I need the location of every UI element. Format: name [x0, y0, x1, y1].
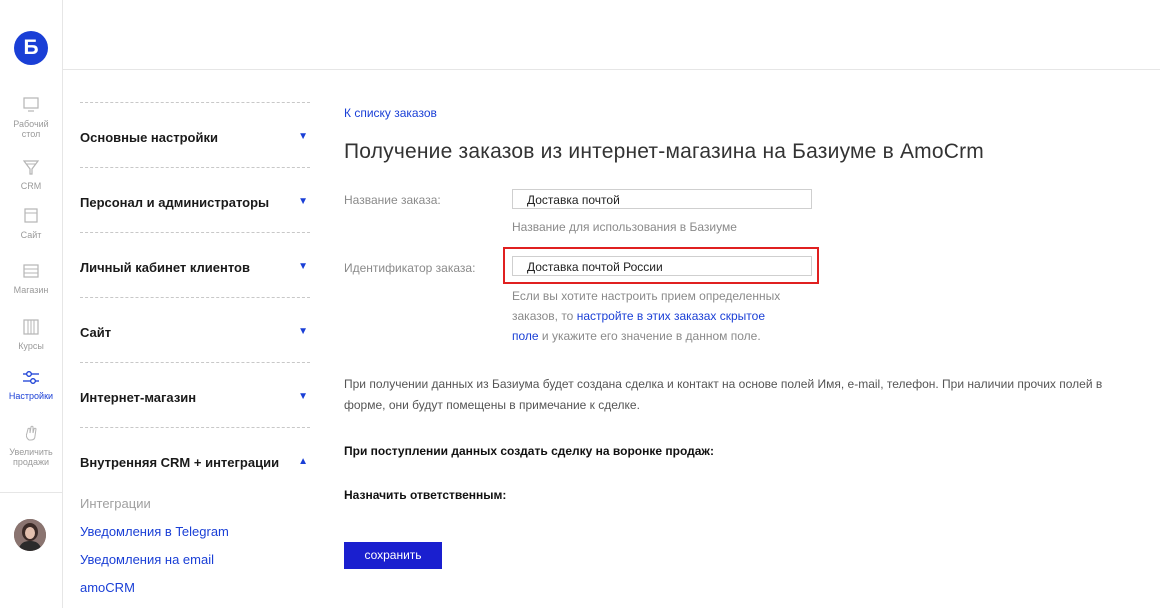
avatar[interactable]: [14, 519, 46, 551]
menu-section-crm-integrations[interactable]: Внутренняя CRM + интеграции ▲: [80, 427, 310, 492]
funnel-label: При поступлении данных создать сделку на…: [344, 444, 714, 458]
highlight-box: [503, 247, 819, 284]
rail-item-courses[interactable]: Курсы: [0, 318, 62, 351]
rail-label: Увеличить: [9, 447, 53, 457]
menu-section-label: Основные настройки: [80, 130, 218, 145]
responsible-label: Назначить ответственным:: [344, 488, 507, 502]
settings-sliders-icon: [23, 371, 39, 384]
funnel-icon: [22, 160, 40, 175]
page-title: Получение заказов из интернет-магазина н…: [344, 140, 985, 163]
info-text: При получении данных из Базиума будет со…: [344, 377, 1103, 412]
menu-subitem-email[interactable]: Уведомления на email: [80, 546, 310, 574]
desktop-icon: [23, 97, 39, 112]
menu-subitem-integrations[interactable]: Интеграции: [80, 490, 310, 518]
menu-section-online-shop[interactable]: Интернет-магазин ▼: [80, 362, 310, 427]
chevron-down-icon: ▼: [298, 261, 308, 272]
order-id-hint: Если вы хотите настроить прием определен…: [512, 286, 780, 346]
hidden-field-link[interactable]: поле: [512, 329, 539, 343]
menu-section-label: Персонал и администраторы: [80, 195, 270, 210]
rail-item-desktop[interactable]: Рабочий стол: [0, 96, 62, 139]
save-button[interactable]: сохранить: [344, 542, 442, 569]
hidden-field-link[interactable]: настройте в этих заказах скрытое: [577, 309, 765, 323]
rail-item-crm[interactable]: CRM: [0, 158, 62, 191]
rail-divider: [0, 492, 62, 493]
chevron-down-icon: ▼: [298, 196, 308, 207]
hint-text: и укажите его значение в данном поле.: [538, 329, 761, 343]
rail-label: Сайт: [20, 230, 42, 240]
menu-subitem-amocrm[interactable]: amoCRM: [80, 574, 310, 602]
menu-section-staff[interactable]: Персонал и администраторы ▼: [80, 167, 310, 232]
rail-label: Курсы: [18, 341, 44, 351]
chevron-up-icon: ▲: [298, 456, 308, 467]
icon-rail: Б Рабочий стол CRM Сайт Магазин Курсы На…: [0, 0, 63, 608]
menu-section-label: Сайт: [80, 325, 112, 340]
order-name-input[interactable]: Доставка почтой: [512, 189, 812, 209]
menu-section-label: Личный кабинет клиентов: [80, 260, 250, 275]
menu-section-client-cabinet[interactable]: Личный кабинет клиентов ▼: [80, 232, 310, 297]
menu-section-label: Внутренняя CRM + интеграции: [80, 455, 280, 470]
courses-icon: [23, 319, 39, 335]
order-name-hint: Название для использования в Базиуме: [512, 220, 737, 234]
menu-section-site[interactable]: Сайт ▼: [80, 297, 310, 362]
menu-subitems: Интеграции Уведомления в Telegram Уведом…: [80, 490, 310, 602]
order-name-label: Название заказа:: [344, 193, 441, 207]
rail-item-grow-sales[interactable]: Увеличить продажи: [0, 424, 62, 467]
hint-text: Если вы хотите настроить прием определен…: [512, 289, 781, 303]
chevron-down-icon: ▼: [298, 326, 308, 337]
site-icon: [24, 208, 38, 223]
chevron-down-icon: ▼: [298, 131, 308, 142]
back-to-orders-link[interactable]: К списку заказов: [344, 106, 437, 120]
rail-label: Магазин: [13, 285, 49, 295]
menu-subitem-telegram[interactable]: Уведомления в Telegram: [80, 518, 310, 546]
logo[interactable]: Б: [14, 31, 48, 65]
shop-icon: [23, 264, 39, 278]
user-photo: [14, 519, 46, 551]
rail-label: стол: [21, 129, 41, 139]
menu-section-basic[interactable]: Основные настройки ▼: [80, 102, 310, 167]
hand-icon: [25, 425, 37, 441]
rail-item-settings[interactable]: Настройки: [0, 368, 62, 401]
order-id-label: Идентификатор заказа:: [344, 261, 476, 275]
chevron-down-icon: ▼: [298, 391, 308, 402]
rail-label: Настройки: [8, 391, 54, 401]
settings-menu: Основные настройки ▼ Персонал и админист…: [80, 102, 310, 602]
rail-label: CRM: [20, 181, 42, 191]
rail-label: Рабочий: [13, 119, 49, 129]
menu-section-label: Интернет-магазин: [80, 390, 197, 405]
hint-text: заказов, то: [512, 309, 577, 323]
rail-item-site[interactable]: Сайт: [0, 207, 62, 240]
header-divider: [62, 69, 1160, 70]
rail-label: продажи: [13, 457, 49, 467]
rail-item-shop[interactable]: Магазин: [0, 262, 62, 295]
